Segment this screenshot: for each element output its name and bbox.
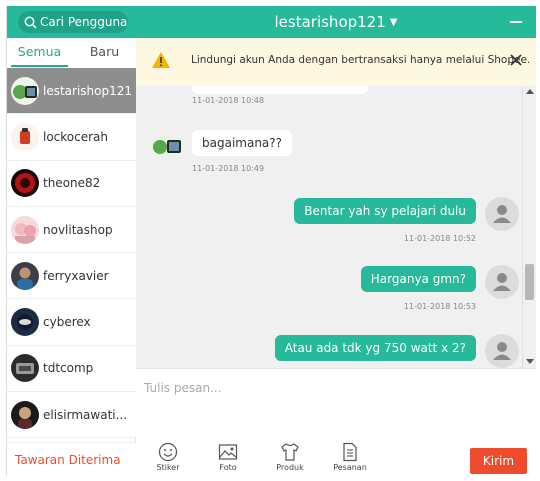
message-scrollbar[interactable] (522, 86, 536, 368)
order-label: Pesanan (333, 463, 367, 472)
contact-item-theone82[interactable]: theone82 (7, 160, 137, 207)
avatar (11, 354, 39, 383)
message-bubble-incoming: bagaimana?? (192, 130, 293, 156)
tab-baru[interactable]: Baru (72, 38, 137, 68)
sticker-label: Stiker (156, 463, 180, 472)
avatar (11, 169, 39, 198)
contact-list: lestarishop121 lockocerah theone82 novli… (7, 68, 137, 438)
message-timestamp: 11-01-2018 10:52 (403, 234, 476, 243)
contact-name: theone82 (43, 176, 101, 191)
contact-name: elisirmawati... (43, 407, 128, 422)
contact-name: tdtcomp (43, 361, 94, 376)
message-composer (136, 368, 536, 438)
close-icon[interactable] (510, 54, 522, 66)
avatar (11, 261, 39, 290)
conversation-tabs: Semua Baru (7, 38, 137, 68)
contact-name: cyberex (43, 315, 91, 330)
avatar (150, 135, 184, 157)
message-timestamp: 11-01-2018 10:53 (403, 302, 476, 311)
scroll-up-arrow-icon[interactable] (526, 89, 534, 94)
smiley-icon (158, 442, 178, 462)
message-timestamp: 11-01-2018 10:49 (192, 164, 265, 173)
send-button[interactable]: Kirim (470, 448, 527, 474)
chat-header: lestarishop121 ▼ (136, 6, 536, 38)
image-icon (218, 444, 238, 460)
contact-item-lestarishop121[interactable]: lestarishop121 (7, 68, 137, 115)
product-label: Produk (276, 463, 304, 472)
message-bubble-outgoing: Atau ada tdk yg 750 watt x 2? (274, 335, 476, 361)
avatar (485, 265, 519, 299)
sidebar-header: Cari Pengguna (7, 6, 137, 38)
contact-name: lestarishop121 (43, 83, 133, 98)
contact-item-cyberex[interactable]: cyberex (7, 299, 137, 346)
avatar (11, 76, 39, 105)
contact-item-ferryxavier[interactable]: ferryxavier (7, 253, 137, 300)
contact-name: lockocerah (43, 129, 109, 144)
security-banner: Lindungi akun Anda dengan bertransaksi h… (136, 38, 536, 86)
order-button[interactable]: Pesanan (330, 442, 370, 472)
avatar (11, 400, 39, 429)
contact-item-lockocerah[interactable]: lockocerah (7, 114, 137, 161)
contact-name: ferryxavier (43, 268, 109, 283)
banner-text: Lindungi akun Anda dengan bertransaksi h… (191, 54, 531, 66)
message-input[interactable] (144, 377, 524, 399)
contact-item-tdtcomp[interactable]: tdtcomp (7, 345, 137, 393)
photo-button[interactable]: Foto (208, 442, 248, 472)
message-list: 11-01-2018 10:48 bagaimana?? 11-01-2018 … (136, 86, 522, 368)
contact-item-novlitashop[interactable]: novlitashop (7, 206, 137, 254)
message-bubble-outgoing: Harganya gmn? (360, 266, 476, 292)
avatar (485, 334, 519, 368)
contact-name: novlitashop (43, 222, 113, 237)
search-icon (24, 16, 37, 29)
avatar (11, 122, 39, 151)
avatar (485, 197, 519, 231)
conversation-sidebar: Cari Pengguna Semua Baru lestarishop121 (6, 6, 137, 476)
message-bubble-incoming (192, 86, 368, 94)
avatar (11, 215, 39, 244)
avatar (11, 308, 39, 337)
product-button[interactable]: Produk (270, 442, 310, 472)
scroll-down-arrow-icon[interactable] (526, 359, 534, 364)
scrollbar-thumb[interactable] (525, 264, 534, 300)
message-bubble-outgoing: Bentar yah sy pelajari dulu (294, 198, 476, 224)
chat-window: lestarishop121 ▼ Lindungi akun Anda denga… (136, 6, 536, 476)
offers-received-link[interactable]: Tawaran Diterima (7, 442, 137, 476)
chevron-down-icon[interactable]: ▼ (390, 7, 398, 39)
tab-semua[interactable]: Semua (7, 38, 72, 68)
contact-item-elisirmawati[interactable]: elisirmawati... (7, 392, 137, 438)
message-timestamp: 11-01-2018 10:48 (192, 96, 265, 105)
minimize-icon[interactable] (510, 21, 522, 23)
shirt-icon (281, 443, 299, 461)
composer-toolbar: Stiker Foto Produk Pesanan Kirim (136, 438, 536, 476)
sticker-button[interactable]: Stiker (148, 442, 188, 472)
chat-title[interactable]: lestarishop121 (275, 13, 386, 31)
document-icon (343, 442, 357, 462)
search-input[interactable]: Cari Pengguna (18, 11, 128, 33)
photo-label: Foto (219, 463, 237, 472)
warning-icon (152, 52, 170, 68)
search-placeholder: Cari Pengguna (40, 15, 128, 29)
